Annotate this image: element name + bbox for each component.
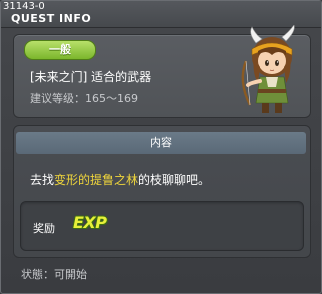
quest-info-window: 31143-0 QUEST INFO 一般 [未来之门] 适合的武器 建议等级：… [0,0,322,294]
content-panel: 内容 去找变形的提鲁之林的枝聊聊吧。 奖励 EXP [13,125,311,258]
npc-portrait-icon [241,25,295,113]
reward-box: 奖励 EXP [20,201,304,251]
window-title: QUEST INFO [11,12,92,25]
title-bar[interactable]: 31143-0 QUEST INFO [1,1,321,28]
quest-id: 31143-0 [3,1,45,12]
status-value: 可開始 [54,268,87,281]
task-suffix: 的枝聊聊吧。 [138,173,211,187]
recommended-level: 建议等级：165～169 [30,90,138,106]
quest-summary-panel: 一般 [未来之门] 适合的武器 建议等级：165～169 [13,25,311,118]
quest-name: [未来之门] 适合的武器 [30,70,152,84]
quest-category-badge: 一般 [24,40,96,60]
quest-status: 状態：可開始 [21,266,87,282]
reward-label: 奖励 [33,222,55,235]
content-header: 内容 [16,132,306,154]
level-label: 建议等级： [30,92,85,105]
task-description: 去找变形的提鲁之林的枝聊聊吧。 [30,171,210,188]
task-prefix: 去找 [30,173,55,187]
status-label: 状態： [21,268,54,281]
exp-icon: EXP [73,213,107,232]
level-range: 165～169 [85,92,138,105]
task-location-link[interactable]: 变形的提鲁之林 [54,173,138,187]
